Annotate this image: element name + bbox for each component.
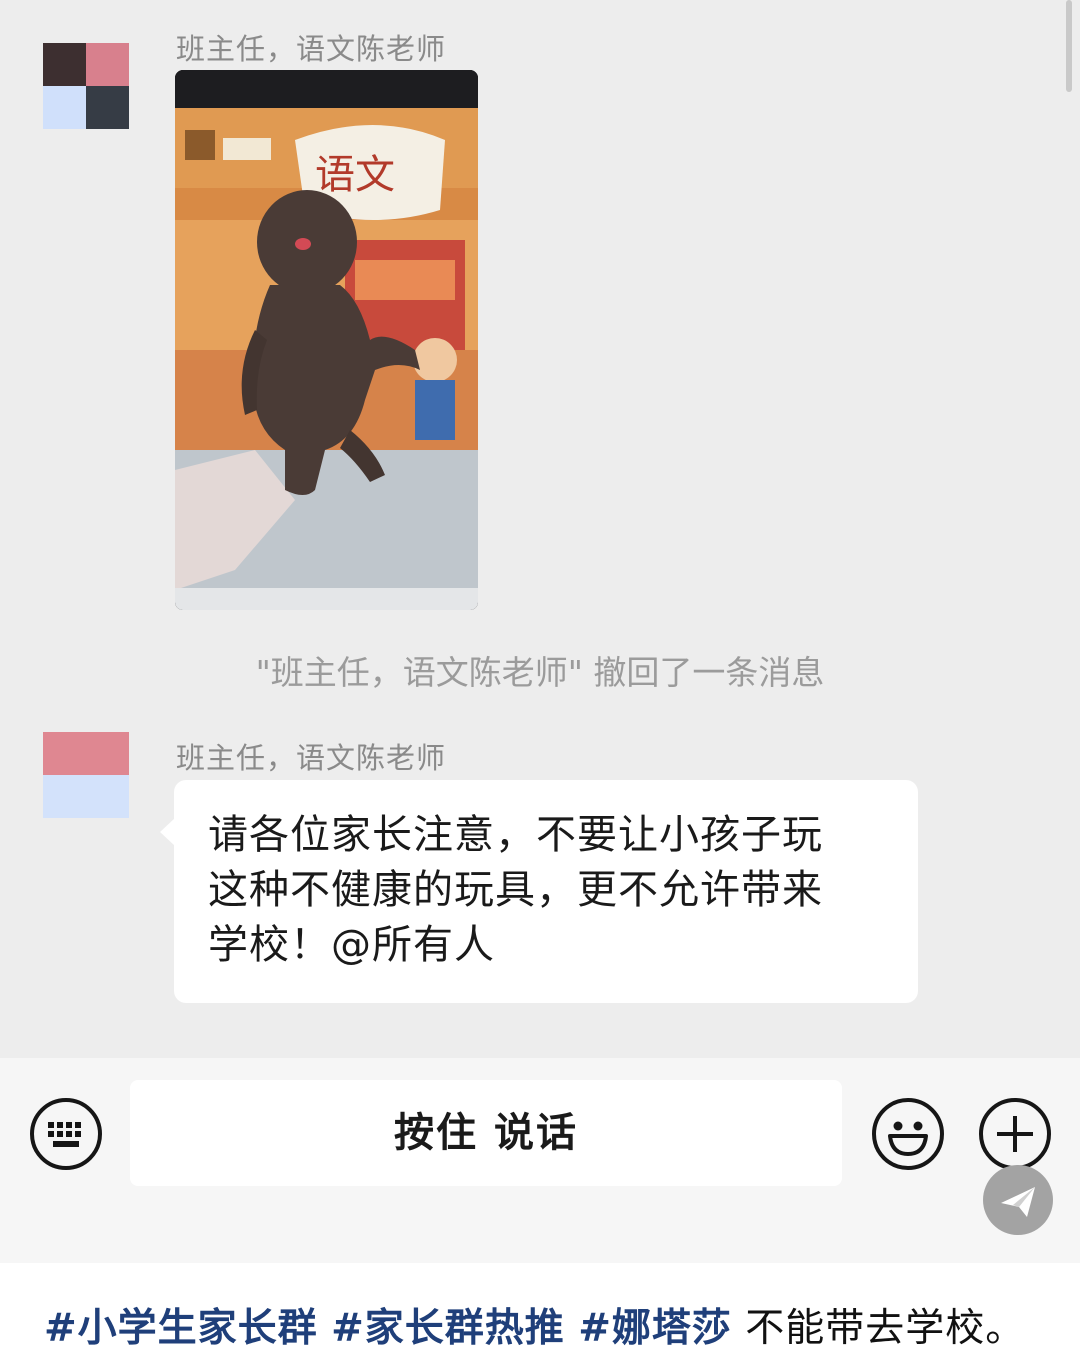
hold-to-talk-button[interactable]: 按住 说话 <box>130 1080 842 1186</box>
plus-icon[interactable] <box>979 1098 1051 1170</box>
svg-text:语文: 语文 <box>315 152 395 198</box>
keyboard-icon[interactable] <box>30 1098 102 1170</box>
keyboard-glyph <box>48 1122 81 1147</box>
caption: #小学生家长群 #家长群热推 #娜塔莎 不能带去学校。 <box>44 1297 1025 1353</box>
sender-name: 班主任，语文陈老师 <box>176 741 447 775</box>
sender-avatar[interactable] <box>43 732 129 818</box>
sender-name: 班主任，语文陈老师 <box>176 32 447 66</box>
hashtag-link[interactable]: #家长群热推 <box>331 1306 565 1351</box>
message-line: 请各位家长注意，不要让小孩子玩 <box>208 812 823 858</box>
chat-area[interactable]: 班主任，语文陈老师 语文 "班主任，语文陈老师" 撤回了一条消息 班主任，语文陈… <box>0 0 1080 1058</box>
input-bar: 按住 说话 <box>0 1058 1080 1263</box>
caption-text: 不能带去学校。 <box>745 1306 1026 1351</box>
bubble-tail <box>160 818 175 846</box>
sender-avatar[interactable] <box>43 43 129 129</box>
recall-notice: "班主任，语文陈老师" 撤回了一条消息 <box>255 653 825 692</box>
plus-glyph <box>997 1116 1033 1152</box>
message-image[interactable]: 语文 <box>175 70 478 610</box>
hashtag-link[interactable]: #小学生家长群 <box>44 1306 318 1351</box>
message-line: 这种不健康的玩具，更不允许带来 <box>208 867 823 913</box>
smile-glyph <box>888 1121 928 1156</box>
send-arrow-icon[interactable] <box>983 1165 1053 1235</box>
hashtag-link[interactable]: #娜塔莎 <box>578 1306 732 1351</box>
message-line: 学校！@所有人 <box>208 922 495 968</box>
message-bubble[interactable]: 请各位家长注意，不要让小孩子玩 这种不健康的玩具，更不允许带来 学校！@所有人 <box>174 780 918 1003</box>
smile-icon[interactable] <box>872 1098 944 1170</box>
textbook-photo: 语文 <box>175 70 478 610</box>
scrollbar[interactable] <box>1066 0 1072 92</box>
send-arrow-glyph <box>1001 1187 1035 1217</box>
